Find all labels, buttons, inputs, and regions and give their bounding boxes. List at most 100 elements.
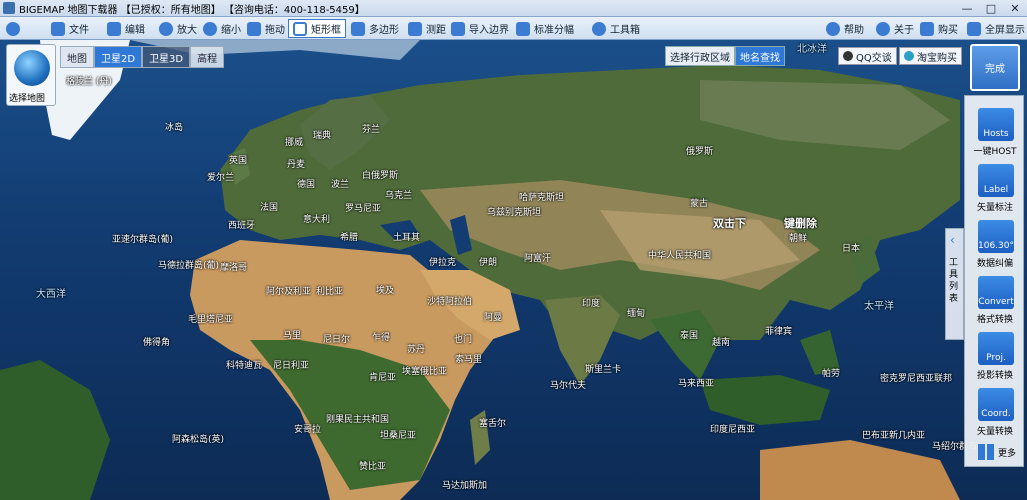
polygon-button[interactable]: 多边形 [347,19,403,38]
zoom-in-icon [159,21,173,36]
close-icon[interactable]: ✕ [1003,0,1027,17]
edit-button[interactable]: 编辑 [103,19,149,38]
rectangle-select-button[interactable]: 矩形框 [288,19,346,38]
map-label-yemen: 也门 [454,335,473,345]
maximize-icon[interactable]: □ [979,0,1003,17]
place-search-button[interactable]: 地名查找 [735,46,785,66]
qq-chat-button[interactable]: QQ交谈 [838,47,897,65]
measure-button[interactable]: 测距 [404,19,450,38]
zoom-out-button[interactable]: 缩小 [199,19,245,38]
tool-projection-convert[interactable]: Proj. 投影转换 [965,328,1025,382]
map-label-poland: 波兰 [331,180,350,190]
map-label-micronesia: 密克罗尼西亚联邦 [880,374,953,384]
import-boundary-button[interactable]: 导入边界 [447,19,513,38]
map-label-kazakhstan: 哈萨克斯坦 [519,193,565,203]
map-label-pacific: 太平洋 [864,301,894,312]
hint-double-click: 双击下 [713,217,746,230]
fullscreen-icon [967,21,981,36]
map-label-libya: 利比亚 [316,287,344,297]
map-label-greece: 希腊 [340,233,359,243]
qq-icon [843,51,853,61]
map-label-sweden: 瑞典 [313,131,332,141]
app-icon [3,2,15,14]
tool-data-correction[interactable]: 106.30° 数据纠偏 [965,216,1025,270]
map-label-denmark: 丹麦 [287,160,306,170]
map-label-iran: 伊朗 [479,258,498,268]
correction-icon: 106.30° [978,220,1014,253]
tool-panel: Hosts 一键HOST Label 矢量标注 106.30° 数据纠偏 Con… [964,95,1024,467]
coordinate-icon: Coord. [978,388,1014,421]
map-label-turkey: 土耳其 [393,233,421,243]
hand-icon [247,21,261,36]
map-label-angola: 安哥拉 [294,425,322,435]
map-label-vietnam: 越南 [712,338,731,348]
map-label-mongolia: 蒙古 [690,199,709,209]
map-label-russia: 俄罗斯 [686,147,714,157]
tab-satellite-3d[interactable]: 卫星3D [142,46,191,68]
map-type-tabs: 地图 卫星2D 卫星3D 高程 [60,46,225,68]
map-label-ukraine: 乌克兰 [385,191,413,201]
map-label-azores: 亚速尔群岛(葡) [112,235,174,245]
tool-vector-label[interactable]: Label 矢量标注 [965,160,1025,214]
map-label-italy: 意大利 [303,215,331,225]
tool-format-convert[interactable]: Convert 格式转换 [965,272,1025,326]
folder-icon [51,21,65,36]
tool-list-label: 工具列表 [949,258,959,304]
tool-list-tab[interactable]: ‹ 工具列表 [945,228,964,340]
buy-button[interactable]: 购买 [916,19,962,38]
map-label-algeria: 阿尔及利亚 [266,287,312,297]
map-label-egypt: 埃及 [376,286,395,296]
map-label-zambia: 赞比亚 [359,462,387,472]
map-label-dprk: 朝鲜 [789,234,808,244]
ruler-icon [408,21,422,36]
map-label-myanmar: 缅甸 [627,309,646,319]
toolbox-button[interactable]: 工具箱 [588,19,644,38]
map-label-ivory-coast: 科特迪瓦 [226,361,263,371]
zoom-in-button[interactable]: 放大 [155,19,201,38]
chevron-left-icon: ‹ [950,233,955,247]
select-region-button[interactable]: 选择行政区域 [665,46,735,66]
map-label-tanzania: 坦桑尼亚 [380,431,417,441]
earth-icon [14,50,50,86]
about-button[interactable]: 关于 [872,19,918,38]
map-label-greenland: 格陵兰 (丹) [66,77,112,87]
map-label-afghan: 阿富汗 [524,254,552,264]
map-label-kenya: 肯尼亚 [369,373,397,383]
pan-button[interactable]: 拖动 [243,19,289,38]
window-title: BIGEMAP 地图下载器 【已授权：所有地图】 【咨询电话：400-118-5… [19,4,365,16]
tab-map[interactable]: 地图 [60,46,94,68]
map-label-france: 法国 [260,203,279,213]
map-label-sudan: 苏丹 [407,345,426,355]
help-icon [826,21,840,36]
map-label-ireland: 爱尔兰 [207,173,235,183]
grid-icon [516,21,530,36]
fullscreen-button[interactable]: 全屏显示 [963,19,1027,38]
more-tools-button[interactable]: 更多 [978,444,1016,460]
done-button[interactable]: 完成 [970,44,1020,91]
map-label-sri-lanka: 斯里兰卡 [585,365,622,375]
map-label-arctic: 北冰洋 [797,44,827,55]
map-label-mali: 马里 [283,331,302,341]
map-label-thailand: 泰国 [680,331,699,341]
file-button[interactable]: 文件 [47,19,93,38]
tab-satellite-2d[interactable]: 卫星2D [94,46,143,68]
map-label-china: 中华人民共和国 [648,251,712,261]
globe-menu-button[interactable] [2,19,24,38]
map-label-philippines: 菲律宾 [765,327,793,337]
tool-hosts[interactable]: Hosts 一键HOST [965,104,1025,158]
taobao-buy-button[interactable]: 淘宝购买 [899,47,962,65]
map-selector[interactable]: 选择地图 [6,44,56,106]
zoom-out-icon [203,21,217,36]
cart-icon [920,21,934,36]
standard-split-button[interactable]: 标准分幅 [512,19,578,38]
help-button[interactable]: 帮助 [822,19,868,38]
map-label-niger: 尼日尔 [323,335,351,345]
info-icon [876,21,890,36]
tool-coord-convert[interactable]: Coord. 矢量转换 [965,384,1025,438]
map-label-iraq: 伊拉克 [429,258,457,268]
tab-elevation[interactable]: 高程 [190,46,225,68]
satellite-map[interactable]: 格陵兰 (丹) 冰岛 挪威 瑞典 芬兰 英国 爱尔兰 丹麦 德国 波兰 白俄罗斯… [0,40,1027,500]
map-label-indonesia: 印度尼西亚 [710,425,756,435]
minimize-icon[interactable]: — [955,0,979,17]
convert-icon: Convert [978,276,1014,309]
